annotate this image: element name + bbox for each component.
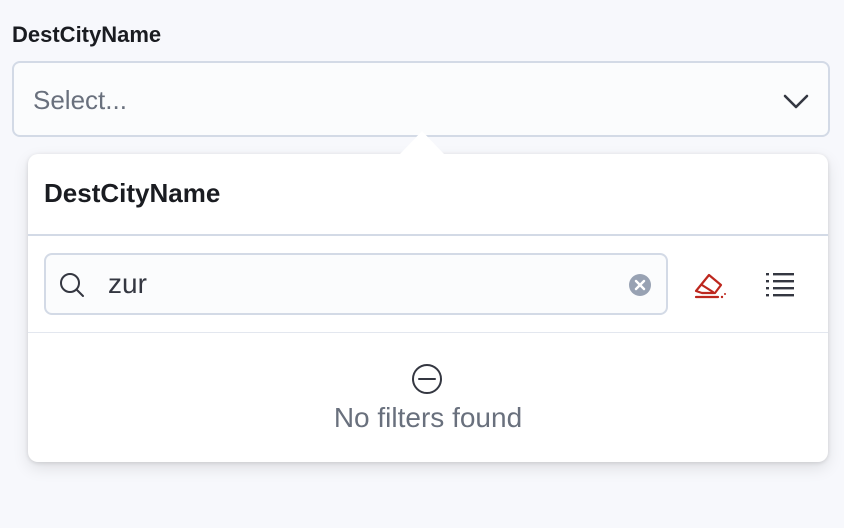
- popover-title: DestCityName: [44, 178, 221, 208]
- select-placeholder: Select...: [33, 85, 127, 115]
- popover-arrow: [400, 131, 444, 154]
- chevron-down-icon: [782, 89, 810, 113]
- list-icon[interactable]: [764, 268, 796, 300]
- clear-icon[interactable]: [628, 273, 652, 297]
- field-label: DestCityName: [12, 22, 162, 47]
- divider: [28, 234, 828, 236]
- empty-message: No filters found: [333, 402, 523, 433]
- options-select[interactable]: Select...: [12, 61, 830, 137]
- filter-popover: DestCityName zur No filters found: [28, 131, 828, 462]
- eraser-icon[interactable]: [692, 267, 728, 303]
- divider: [28, 332, 828, 333]
- search-input[interactable]: zur: [108, 268, 147, 300]
- search-icon: [58, 271, 86, 299]
- search-field[interactable]: zur: [44, 253, 668, 315]
- minus-in-circle-icon: [411, 363, 443, 395]
